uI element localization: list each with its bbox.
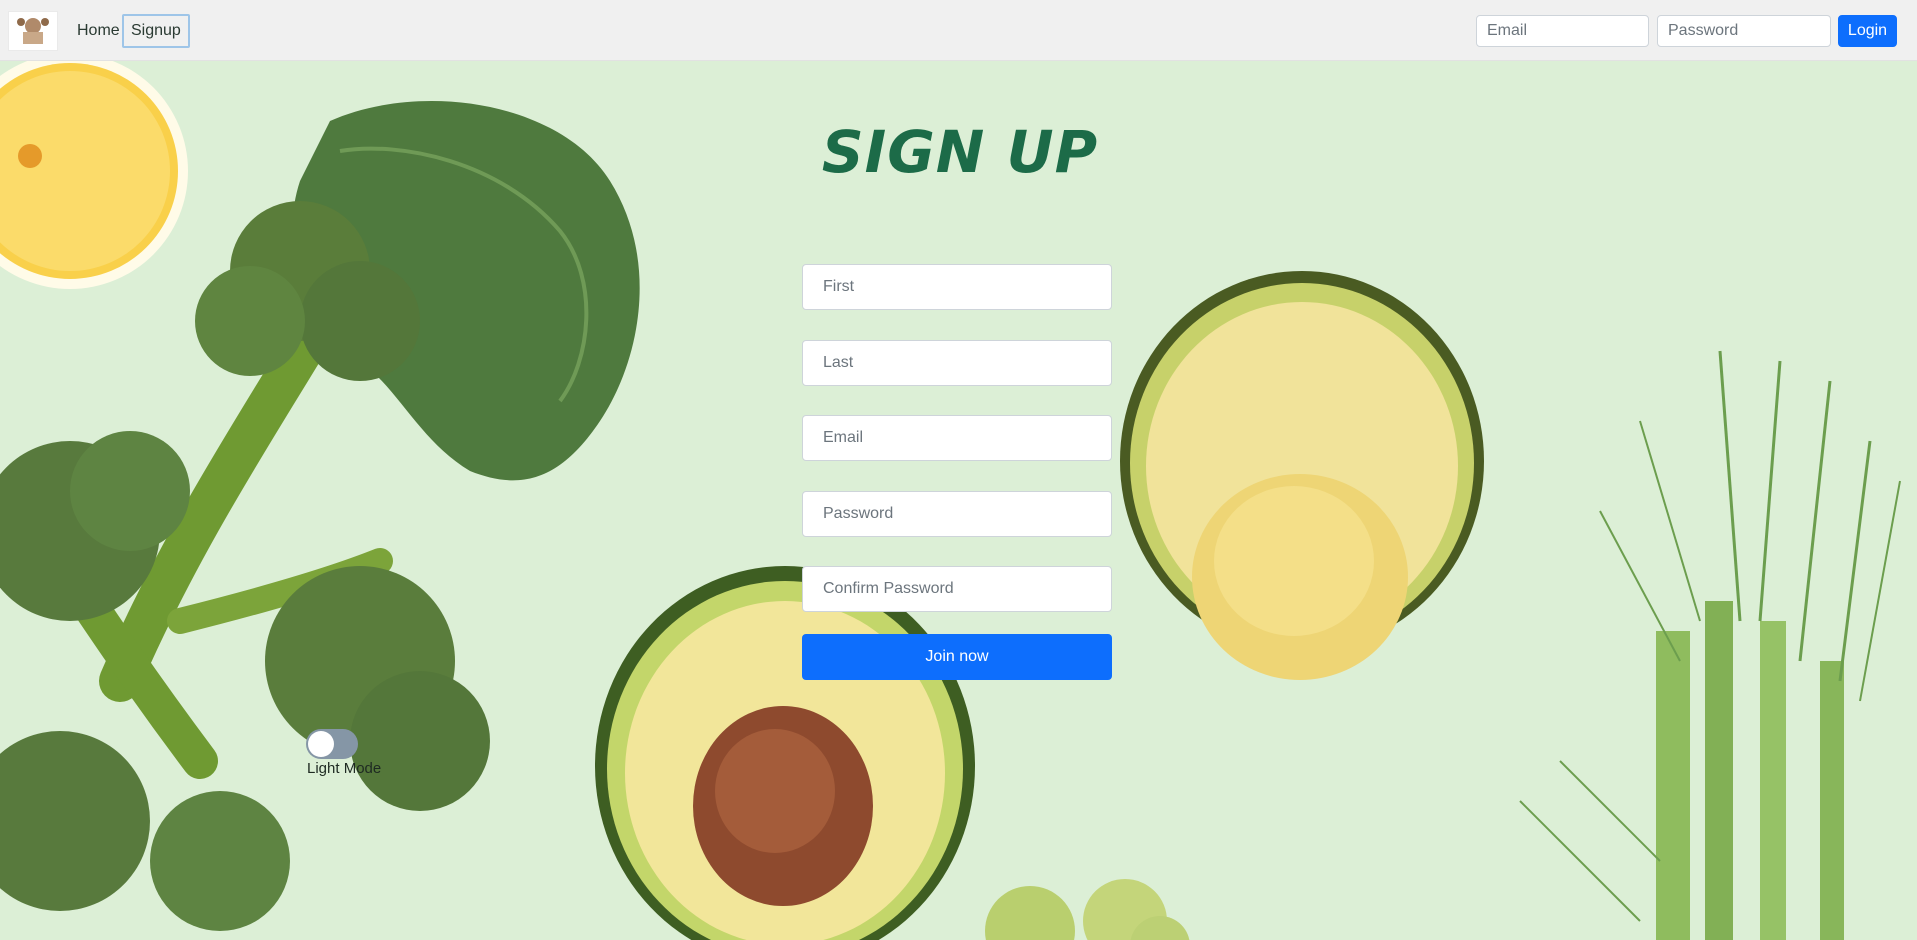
first-name-input[interactable] — [802, 264, 1112, 310]
theme-toggle[interactable] — [306, 729, 358, 759]
grapes-illustration — [985, 879, 1190, 940]
fennel-illustration — [1519, 350, 1901, 940]
navbar: Home Signup Login — [0, 0, 1917, 61]
last-name-input[interactable] — [802, 340, 1112, 386]
login-password-input[interactable] — [1657, 15, 1831, 47]
broccoli-illustration — [0, 201, 490, 931]
toggle-knob — [308, 731, 334, 757]
login-email-input[interactable] — [1476, 15, 1649, 47]
lemon-illustration — [0, 61, 188, 289]
avocado-half-illustration — [1120, 271, 1484, 680]
nav-home-link[interactable]: Home — [70, 14, 127, 48]
avocado-pit-illustration — [595, 566, 975, 940]
password-input[interactable] — [802, 491, 1112, 537]
nav-signup-link[interactable]: Signup — [122, 14, 190, 48]
join-now-button[interactable]: Join now — [802, 634, 1112, 680]
logo-image[interactable] — [8, 11, 58, 51]
email-input[interactable] — [802, 415, 1112, 461]
confirm-password-input[interactable] — [802, 566, 1112, 612]
login-button[interactable]: Login — [1838, 15, 1897, 47]
page-title: SIGN UP — [821, 118, 1099, 186]
theme-toggle-label: Light Mode — [307, 760, 382, 777]
